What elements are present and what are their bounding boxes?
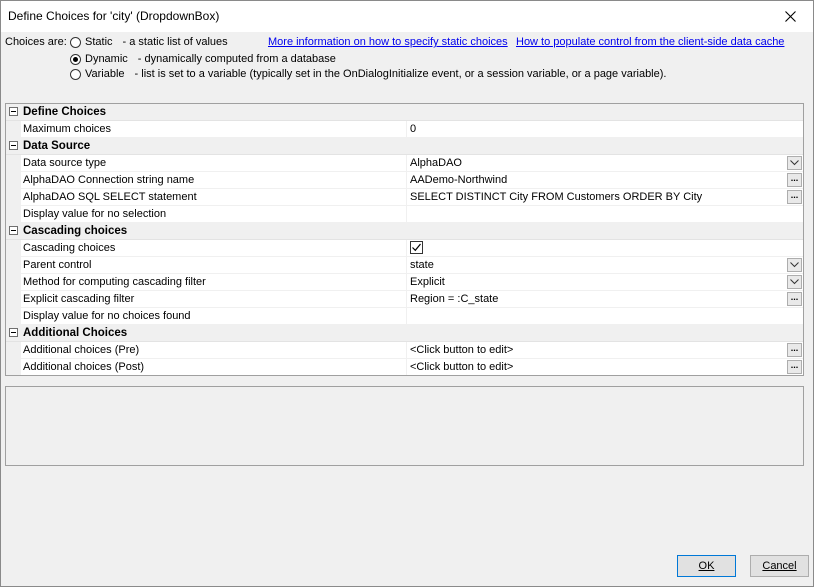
ellipsis-button[interactable]: ... — [787, 173, 802, 187]
property-name: Data source type — [23, 157, 107, 169]
radio-static-desc: - a static list of values — [122, 36, 228, 48]
ok-label: OK — [698, 560, 715, 572]
property-name: Explicit cascading filter — [23, 293, 135, 305]
property-value[interactable]: <Click button to edit> — [410, 361, 513, 373]
radio-static-label: Static — [85, 36, 113, 48]
ok-button[interactable]: OK — [677, 555, 736, 577]
radio-dynamic[interactable]: Dynamic - dynamically computed from a da… — [70, 53, 336, 65]
property-value[interactable]: <Click button to edit> — [410, 344, 513, 356]
property-name: Additional choices (Pre) — [23, 344, 140, 356]
close-button[interactable] — [767, 1, 813, 32]
row-cascading-choices[interactable]: Cascading choices — [6, 240, 803, 257]
property-value[interactable]: AADemo-Northwind — [410, 174, 507, 186]
title-bar: Define Choices for 'city' (DropdownBox) — [1, 1, 813, 32]
collapse-icon[interactable] — [9, 107, 18, 116]
property-name: AlphaDAO Connection string name — [23, 174, 195, 186]
radio-variable-label: Variable — [85, 68, 125, 80]
collapse-icon[interactable] — [9, 328, 18, 337]
row-no-selection-value[interactable]: Display value for no selection — [6, 206, 803, 223]
dropdown-button[interactable] — [787, 156, 802, 170]
close-icon — [784, 11, 796, 22]
radio-static-circle[interactable] — [70, 36, 81, 48]
radio-variable-desc: - list is set to a variable (typically s… — [134, 68, 667, 80]
radio-variable[interactable]: Variable - list is set to a variable (ty… — [70, 68, 666, 80]
collapse-icon[interactable] — [9, 226, 18, 235]
section-additional-choices[interactable]: Additional Choices — [6, 325, 803, 342]
row-additional-post[interactable]: Additional choices (Post) <Click button … — [6, 359, 803, 375]
property-value[interactable]: AlphaDAO — [410, 157, 462, 169]
client-cache-help-link[interactable]: How to populate control from the client-… — [516, 36, 784, 48]
ellipsis-button[interactable]: ... — [787, 343, 802, 357]
property-name: AlphaDAO SQL SELECT statement — [23, 191, 197, 203]
cancel-button[interactable]: Cancel — [750, 555, 809, 577]
property-value[interactable]: state — [410, 259, 434, 271]
property-name: Maximum choices — [23, 123, 112, 135]
ellipsis-button[interactable]: ... — [787, 190, 802, 204]
section-cascading-choices[interactable]: Cascading choices — [6, 223, 803, 240]
window-title: Define Choices for 'city' (DropdownBox) — [8, 9, 220, 23]
description-panel — [5, 386, 804, 466]
property-name: Cascading choices — [23, 242, 116, 254]
property-name: Display value for no choices found — [23, 310, 191, 322]
row-explicit-filter[interactable]: Explicit cascading filter Region = :C_st… — [6, 291, 803, 308]
property-grid: Define Choices Maximum choices 0 Data So… — [5, 103, 804, 376]
section-label: Data Source — [23, 140, 91, 152]
radio-dynamic-desc: - dynamically computed from a database — [137, 53, 336, 65]
cancel-label: Cancel — [762, 560, 797, 572]
choices-label: Choices are: — [5, 36, 67, 48]
ellipsis-button[interactable]: ... — [787, 292, 802, 306]
cascading-checkbox[interactable] — [410, 241, 423, 254]
radio-dynamic-label: Dynamic — [85, 53, 128, 65]
dropdown-button[interactable] — [787, 275, 802, 289]
property-value[interactable]: 0 — [410, 123, 416, 135]
row-maximum-choices[interactable]: Maximum choices 0 — [6, 121, 803, 138]
property-value[interactable]: SELECT DISTINCT City FROM Customers ORDE… — [410, 191, 702, 203]
ellipsis-button[interactable]: ... — [787, 360, 802, 374]
radio-static[interactable]: Static - a static list of values — [70, 36, 228, 48]
section-data-source[interactable]: Data Source — [6, 138, 803, 155]
property-name: Method for computing cascading filter — [23, 276, 206, 288]
row-data-source-type[interactable]: Data source type AlphaDAO — [6, 155, 803, 172]
section-define-choices[interactable]: Define Choices — [6, 104, 803, 121]
radio-variable-circle[interactable] — [70, 68, 81, 80]
property-name: Display value for no selection — [23, 208, 167, 220]
section-label: Cascading choices — [23, 225, 128, 237]
checkmark-icon — [412, 243, 421, 252]
row-sql-select[interactable]: AlphaDAO SQL SELECT statement SELECT DIS… — [6, 189, 803, 206]
radio-dynamic-circle[interactable] — [70, 53, 81, 65]
row-parent-control[interactable]: Parent control state — [6, 257, 803, 274]
dropdown-button[interactable] — [787, 258, 802, 272]
collapse-icon[interactable] — [9, 141, 18, 150]
chevron-down-icon — [790, 262, 799, 268]
chevron-down-icon — [790, 160, 799, 166]
section-label: Define Choices — [23, 106, 107, 118]
row-connection-string[interactable]: AlphaDAO Connection string name AADemo-N… — [6, 172, 803, 189]
property-name: Additional choices (Post) — [23, 361, 145, 373]
property-value[interactable]: Explicit — [410, 276, 445, 288]
chevron-down-icon — [790, 279, 799, 285]
section-label: Additional Choices — [23, 327, 128, 339]
static-choices-help-link[interactable]: More information on how to specify stati… — [268, 36, 508, 48]
property-name: Parent control — [23, 259, 92, 271]
row-filter-method[interactable]: Method for computing cascading filter Ex… — [6, 274, 803, 291]
row-no-choices-value[interactable]: Display value for no choices found — [6, 308, 803, 325]
row-additional-pre[interactable]: Additional choices (Pre) <Click button t… — [6, 342, 803, 359]
property-value[interactable]: Region = :C_state — [410, 293, 498, 305]
